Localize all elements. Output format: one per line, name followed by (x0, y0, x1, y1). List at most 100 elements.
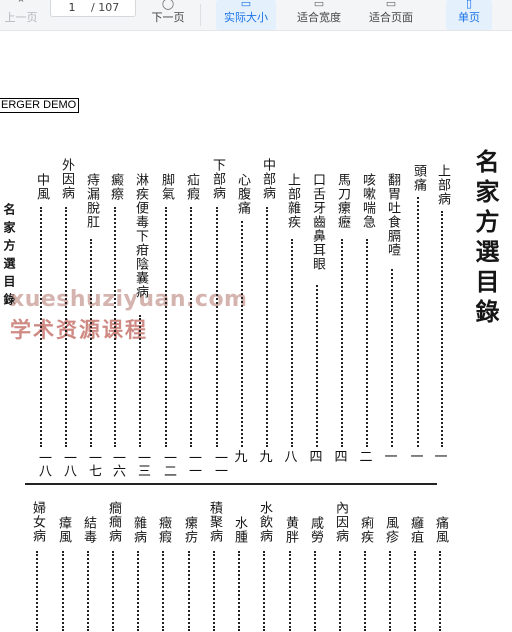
page-title: 名家方選目錄 (471, 149, 500, 329)
leader-dots (341, 239, 343, 447)
leader-dots (62, 551, 64, 631)
toc-entry[interactable]: 痢疾 (356, 516, 375, 544)
down-circle-icon: ◯ (161, 0, 175, 10)
leader-dots (40, 207, 42, 447)
leader-dots (36, 551, 38, 631)
leader-dots (364, 551, 366, 631)
demo-banner: ERGER DEMO (0, 98, 80, 113)
actual-size-button[interactable]: ▭ 实际大小 (216, 0, 276, 30)
up-arrow-icon: ⌃ (16, 0, 26, 10)
toc-page-number: 一 (410, 450, 424, 465)
toc-entry[interactable]: 咸勞 (306, 516, 325, 544)
page-number-input[interactable] (57, 0, 87, 14)
leader-dots (289, 551, 291, 631)
leader-dots (439, 551, 441, 631)
toc-page-number: 四 (334, 450, 348, 465)
toc-page-number: 一八 (36, 451, 51, 477)
toc-entry[interactable]: 瘴風 (54, 516, 73, 544)
toc-entry[interactable]: 瘰疠 (180, 516, 199, 544)
leader-dots (314, 551, 316, 631)
toc-entry[interactable]: 頭痛 (409, 164, 428, 192)
toc-entry[interactable]: 黄胖 (281, 516, 300, 544)
leader-dots (216, 207, 218, 447)
leader-dots (263, 551, 265, 631)
toc-page-number: 八 (284, 450, 298, 465)
toc-entry[interactable]: 內因病 (331, 501, 350, 543)
single-page-button[interactable]: ▯ 单页 (446, 0, 492, 30)
toc-page-number: 一 (434, 450, 448, 465)
leader-dots (316, 285, 318, 447)
toc-entry[interactable]: 癥瘕 (154, 516, 173, 544)
leader-dots (112, 551, 114, 631)
toc-page-number: 一二 (161, 451, 176, 477)
leader-dots (213, 551, 215, 631)
toc-page-number: 四 (309, 450, 323, 465)
toc-page-number: 一七 (86, 451, 101, 477)
toc-entry[interactable]: 風疹 (381, 516, 400, 544)
prev-page-button[interactable]: ⌃ 上一页 (0, 0, 42, 30)
fit-page-button[interactable]: ▭ 适合页面 (362, 0, 420, 30)
leader-dots (165, 207, 167, 447)
leader-dots (238, 551, 240, 631)
toc-page-number: 九 (234, 450, 248, 465)
leader-dots (162, 551, 164, 631)
toc-entry[interactable]: 水腫 (230, 516, 249, 544)
toc-page-number: 一 (384, 450, 398, 465)
toc-entry[interactable]: 外因病 (57, 158, 76, 200)
toc-page-number: 一三 (135, 451, 150, 477)
toc-entry[interactable]: 口舌牙齒鼻耳眼 (308, 173, 327, 271)
toc-entry[interactable]: 婦女病 (28, 501, 47, 543)
leader-dots (366, 239, 368, 447)
toc-entry[interactable]: 咳嗽喘急 (358, 173, 377, 229)
leader-dots (188, 551, 190, 631)
page-total: / 107 (91, 1, 120, 14)
toc-entry[interactable]: 中風 (32, 173, 51, 201)
toc-entry[interactable]: 馬刀瘰癧 (333, 173, 352, 229)
toc-entry[interactable]: 癰疽 (406, 516, 425, 544)
leader-dots (391, 269, 393, 447)
toc-entry[interactable]: 上部病 (433, 164, 452, 206)
toc-page-number: 一一 (212, 451, 227, 477)
toc-entry[interactable]: 心腹痛 (233, 173, 252, 215)
next-page-button[interactable]: ◯ 下一页 (145, 0, 191, 30)
actual-size-icon: ▭ (240, 0, 252, 10)
toc-entry[interactable]: 淋疾便毒下疳陰囊病 (131, 173, 150, 299)
leader-dots (241, 221, 243, 447)
toc-entry[interactable]: 結毒 (79, 516, 98, 544)
fit-width-button[interactable]: ▭ 适合宽度 (290, 0, 348, 30)
fit-width-icon: ▭ (313, 0, 325, 10)
leader-dots (266, 207, 268, 447)
toc-entry[interactable]: 雜病 (129, 516, 148, 544)
leader-dots (190, 207, 192, 447)
leader-dots (137, 551, 139, 631)
viewer-toolbar: ⌃ 上一页 / 107 ◯ 下一页 ▭ 实际大小 ▭ 适合宽度 ▭ 适合页面 ▯… (0, 0, 512, 31)
toc-entry[interactable]: 翻胃吐食膈噎 (383, 173, 402, 257)
toc-page-number: 一一 (186, 451, 201, 477)
toc-entry[interactable]: 癜瘵 (106, 173, 125, 201)
toc-page-number: 二 (359, 450, 373, 465)
toc-entry[interactable]: 癎癇病 (104, 501, 123, 543)
toc-entry[interactable]: 上部雜疾 (283, 173, 302, 229)
watermark-text: 学术资源课程 (10, 318, 148, 342)
document-page: ERGER DEMO 名家方選目錄 名家方選目錄 xueshuziyuan.co… (0, 31, 512, 632)
leader-dots (291, 239, 293, 447)
toc-entry[interactable]: 痔漏脫肛 (82, 173, 101, 229)
toc-entry[interactable]: 中部病 (258, 158, 277, 200)
single-page-icon: ▯ (465, 0, 473, 10)
toc-entry[interactable]: 痛風 (431, 516, 450, 544)
leader-dots (389, 551, 391, 631)
toc-entry[interactable]: 水飲病 (255, 501, 274, 543)
leader-dots (65, 207, 67, 447)
toc-page-number: 九 (259, 450, 273, 465)
toc-entry[interactable]: 下部病 (208, 158, 227, 200)
toc-entry[interactable]: 積聚病 (205, 501, 224, 543)
leader-dots (417, 197, 419, 447)
leader-dots (414, 551, 416, 631)
toc-entry[interactable]: 疝瘕 (182, 173, 201, 201)
leader-dots (87, 551, 89, 631)
leader-dots (339, 551, 341, 631)
section-rule (25, 483, 437, 485)
leader-dots (441, 211, 443, 447)
toc-page-number: 一六 (110, 451, 125, 477)
toc-entry[interactable]: 脚氣 (157, 173, 176, 201)
